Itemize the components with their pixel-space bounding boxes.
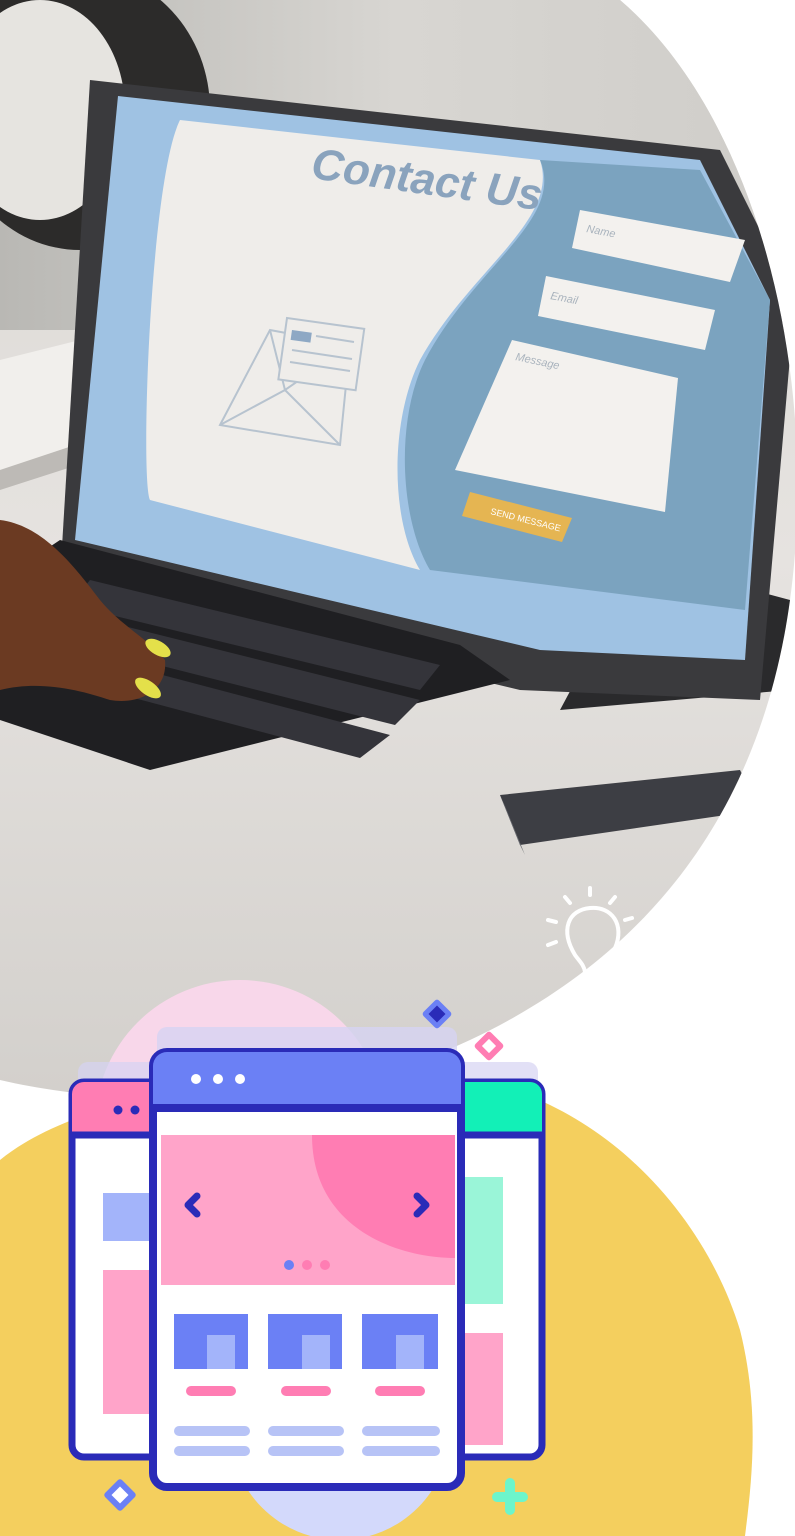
hero-graphic: Contact Us Name Email Message SEND MESSA… [0, 0, 795, 1536]
photo-blob: Contact Us Name Email Message SEND MESSA… [0, 0, 795, 1100]
window-dot-icon [191, 1074, 201, 1084]
window-main [149, 1048, 465, 1491]
